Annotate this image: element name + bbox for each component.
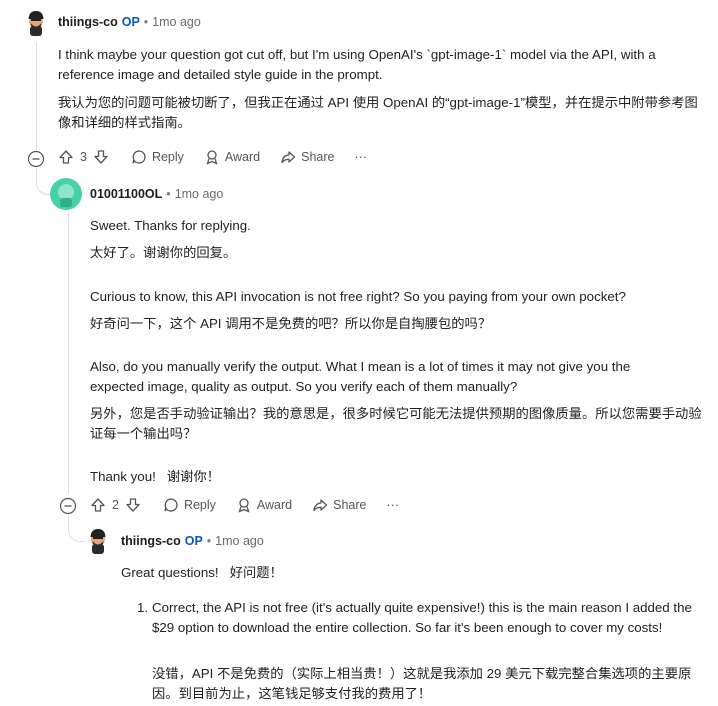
vote-control: 3 (58, 149, 109, 165)
separator-dot: • (166, 187, 171, 201)
avatar[interactable] (84, 526, 112, 554)
thread-branch (36, 178, 51, 195)
list-item-text: Correct, the API is not free (it's actua… (152, 600, 692, 635)
more-options-button[interactable]: ··· (355, 150, 368, 164)
collapse-button[interactable] (59, 497, 77, 515)
comment-text: Thank you! 谢谢你！ (90, 469, 221, 484)
upvote-icon[interactable] (90, 497, 106, 513)
comment-text-translation: 我认为您的问题可能被切断了，但我正在通过 API 使用 OpenAI 的“gpt… (58, 95, 698, 130)
award-label: Award (224, 150, 261, 164)
reply-label: Reply (151, 150, 184, 164)
share-icon (313, 499, 328, 512)
share-label: Share (333, 498, 367, 512)
username[interactable]: thiings-co (58, 15, 118, 29)
downvote-icon[interactable] (125, 497, 141, 513)
comment-text-translation: 太好了。谢谢你的回复。 (90, 245, 237, 260)
reply-button[interactable]: Reply (163, 497, 216, 513)
more-options-button[interactable]: ··· (387, 498, 400, 512)
thread-line (68, 212, 69, 494)
avatar[interactable] (50, 178, 82, 210)
comment-text: I think maybe your question got cut off,… (58, 47, 656, 82)
collapse-button[interactable] (27, 150, 45, 168)
award-label: Award (256, 498, 293, 512)
ellipsis-icon: ··· (386, 498, 400, 512)
separator-dot: • (206, 534, 212, 548)
timestamp[interactable]: 1mo ago (175, 187, 224, 201)
comment-meta: 01001100OL • 1mo ago (90, 187, 223, 201)
timestamp[interactable]: 1mo ago (215, 534, 264, 548)
reply-button[interactable]: Reply (131, 149, 184, 165)
share-button[interactable]: Share (312, 497, 367, 513)
avatar[interactable] (22, 8, 50, 36)
share-icon (281, 151, 296, 164)
ellipsis-icon: ··· (354, 150, 368, 164)
vote-count: 3 (80, 150, 87, 164)
comment-text-translation: 好奇问一下，这个 API 调用不是免费的吧？所以你是自掏腰包的吗？ (90, 316, 492, 331)
thread-line (36, 42, 37, 150)
comment-actions: 3 Reply Award Share ··· (58, 149, 387, 165)
award-icon (238, 498, 250, 513)
speech-bubble-icon (164, 498, 178, 512)
upvote-icon[interactable] (58, 149, 74, 165)
comment-meta: thiings-co OP • 1mo ago (58, 15, 201, 29)
separator-dot: • (143, 15, 149, 29)
vote-control: 2 (90, 497, 141, 513)
thread-branch (68, 525, 85, 542)
comment-actions: 2 Reply Award Share ··· (90, 497, 419, 513)
comment-meta: thiings-co OP • 1mo ago (121, 534, 264, 548)
comment-text: Curious to know, this API invocation is … (90, 289, 626, 304)
vote-count: 2 (112, 498, 119, 512)
comment-text: Sweet. Thanks for replying. (90, 218, 251, 233)
list-item-number: 1. (137, 600, 149, 615)
comment-text: Also, do you manually verify the output.… (90, 359, 631, 394)
reply-label: Reply (183, 498, 216, 512)
op-badge: OP (121, 15, 140, 29)
username[interactable]: 01001100OL (90, 187, 162, 201)
award-icon (206, 150, 218, 165)
share-label: Share (301, 150, 335, 164)
downvote-icon[interactable] (93, 149, 109, 165)
award-button[interactable]: Award (204, 149, 260, 165)
comment-text: Great questions! 好问题！ (121, 565, 283, 580)
comment-text-translation: 另外，您是否手动验证输出？我的意思是，很多时候它可能无法提供预期的图像质量。所以… (90, 406, 702, 441)
speech-bubble-icon (132, 150, 146, 164)
username[interactable]: thiings-co (121, 534, 181, 548)
timestamp[interactable]: 1mo ago (152, 15, 201, 29)
share-button[interactable]: Share (280, 149, 335, 165)
list-item-text-translation: 没错，API 不是免费的（实际上相当贵！）这就是我添加 29 美元下载完整合集选… (152, 666, 692, 701)
award-button[interactable]: Award (236, 497, 292, 513)
op-badge: OP (184, 534, 203, 548)
